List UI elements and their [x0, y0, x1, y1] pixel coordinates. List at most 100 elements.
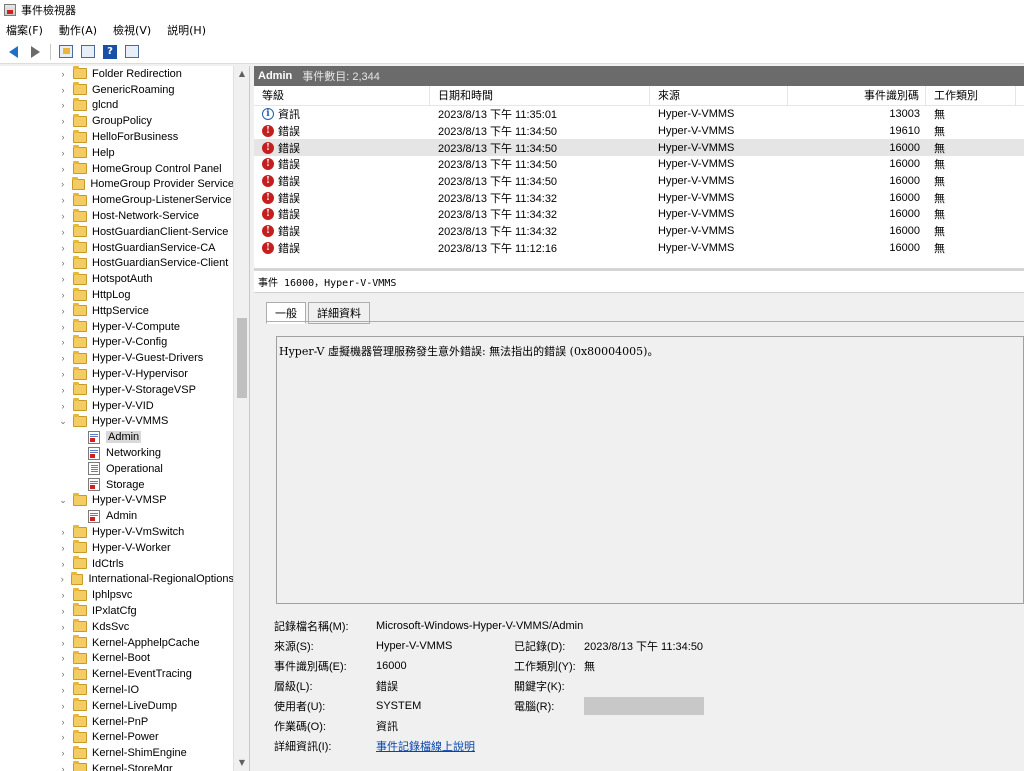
event-row[interactable]: ! 錯誤 2023/8/13 下午 11:34:32 Hyper-V-VMMS 1600…	[254, 206, 1024, 223]
tree-item[interactable]: › Kernel-EventTracing	[0, 666, 234, 682]
chevron-right-icon[interactable]: ›	[58, 100, 68, 110]
tree-item[interactable]: ⌄ Hyper-V-VMSP	[0, 492, 234, 509]
chevron-right-icon[interactable]: ›	[58, 353, 68, 363]
tree-item[interactable]: Networking	[0, 445, 234, 461]
tree-item[interactable]: › Kernel-Boot	[0, 650, 234, 666]
event-row[interactable]: ! 錯誤 2023/8/13 下午 11:34:32 Hyper-V-VMMS 1600…	[254, 223, 1024, 240]
chevron-right-icon[interactable]: ›	[58, 243, 68, 253]
chevron-right-icon[interactable]: ›	[58, 748, 68, 758]
chevron-right-icon[interactable]: ›	[58, 132, 68, 142]
tree-item[interactable]: Admin	[0, 429, 234, 445]
scroll-thumb[interactable]	[237, 318, 247, 398]
tree-item[interactable]: › Folder Redirection	[0, 66, 234, 82]
tree-item[interactable]: › Hyper-V-VID	[0, 398, 234, 414]
tree-item[interactable]: › Help	[0, 145, 234, 161]
chevron-right-icon[interactable]: ›	[58, 322, 68, 332]
chevron-right-icon[interactable]: ›	[58, 258, 68, 268]
tree-item[interactable]: › Iphlpsvc	[0, 587, 234, 603]
event-log-online-help-link[interactable]: 事件記錄檔線上說明	[376, 738, 475, 754]
tree-item[interactable]: › IdCtrls	[0, 556, 234, 572]
tree-item[interactable]: › Kernel-ApphelpCache	[0, 635, 234, 651]
tree-item[interactable]: › Hyper-V-Guest-Drivers	[0, 350, 234, 366]
chevron-right-icon[interactable]: ›	[58, 638, 68, 648]
chevron-right-icon[interactable]: ›	[58, 164, 68, 174]
chevron-right-icon[interactable]: ›	[58, 369, 68, 379]
tree-item[interactable]: › HomeGroup Control Panel	[0, 161, 234, 177]
chevron-right-icon[interactable]: ›	[58, 306, 68, 316]
chevron-right-icon[interactable]: ›	[58, 195, 68, 205]
chevron-right-icon[interactable]: ›	[58, 559, 68, 569]
tree-item[interactable]: Storage	[0, 477, 234, 493]
col-source[interactable]: 來源	[650, 85, 788, 106]
tree-item[interactable]: › HelloForBusiness	[0, 129, 234, 145]
chevron-right-icon[interactable]: ›	[58, 622, 68, 632]
tree-item[interactable]: › Hyper-V-Worker	[0, 540, 234, 556]
col-task-category[interactable]: 工作類別	[926, 85, 1016, 106]
chevron-right-icon[interactable]: ›	[58, 401, 68, 411]
action-pane-button[interactable]	[123, 43, 141, 61]
event-row[interactable]: i 資訊 2023/8/13 下午 11:35:01 Hyper-V-VMMS 1300…	[254, 106, 1024, 123]
chevron-right-icon[interactable]: ›	[58, 543, 68, 553]
chevron-right-icon[interactable]: ›	[58, 85, 68, 95]
tree-item[interactable]: ⌄ Hyper-V-VMMS	[0, 413, 234, 430]
scroll-down-icon[interactable]: ▼	[234, 755, 249, 771]
tree-item[interactable]: › HostGuardianClient-Service	[0, 224, 234, 240]
tree-item[interactable]: › International-RegionalOptions	[0, 571, 234, 588]
tree-item[interactable]: › Kernel-LiveDump	[0, 698, 234, 714]
chevron-down-icon[interactable]: ⌄	[58, 495, 68, 506]
chevron-right-icon[interactable]: ›	[58, 69, 68, 79]
tree-item[interactable]: › HttpService	[0, 303, 234, 319]
tree-item[interactable]: › HomeGroup-ListenerService	[0, 192, 234, 208]
tree-item[interactable]: › Kernel-ShimEngine	[0, 745, 234, 761]
tree-item[interactable]: › Kernel-PnP	[0, 714, 234, 730]
tree-item[interactable]: › HostGuardianService-CA	[0, 240, 234, 256]
tree-item[interactable]: › Hyper-V-StorageVSP	[0, 382, 234, 398]
chevron-right-icon[interactable]: ›	[58, 148, 68, 158]
event-row[interactable]: ! 錯誤 2023/8/13 下午 11:34:50 Hyper-V-VMMS 1600…	[254, 156, 1024, 173]
menu-help[interactable]: 説明(H)	[167, 22, 206, 38]
chevron-right-icon[interactable]: ›	[58, 590, 68, 600]
tree-item[interactable]: › Kernel-Power	[0, 729, 234, 745]
event-row[interactable]: ! 錯誤 2023/8/13 下午 11:34:32 Hyper-V-VMMS 1600…	[254, 189, 1024, 206]
tree-item[interactable]: › Kernel-IO	[0, 682, 234, 698]
chevron-right-icon[interactable]: ›	[58, 527, 68, 537]
chevron-right-icon[interactable]: ›	[58, 211, 68, 221]
help-button[interactable]: ?	[101, 43, 119, 61]
chevron-right-icon[interactable]: ›	[58, 290, 68, 300]
scroll-up-icon[interactable]: ▲	[234, 66, 249, 82]
menu-action[interactable]: 動作(A)	[59, 22, 97, 38]
up-level-button[interactable]	[57, 43, 75, 61]
chevron-right-icon[interactable]: ›	[58, 116, 68, 126]
tree-item[interactable]: › GenericRoaming	[0, 82, 234, 98]
forward-button[interactable]	[26, 43, 44, 61]
tree-item[interactable]: › GroupPolicy	[0, 113, 234, 129]
tree-scrollbar[interactable]: ▲ ▼	[233, 66, 249, 771]
tree-item[interactable]: › Host-Network-Service	[0, 208, 234, 224]
chevron-right-icon[interactable]: ›	[58, 732, 68, 742]
chevron-right-icon[interactable]: ›	[58, 606, 68, 616]
chevron-right-icon[interactable]: ›	[58, 669, 68, 679]
chevron-right-icon[interactable]: ›	[58, 717, 68, 727]
chevron-right-icon[interactable]: ›	[58, 653, 68, 663]
chevron-right-icon[interactable]: ›	[58, 764, 68, 771]
event-row[interactable]: ! 錯誤 2023/8/13 下午 11:34:50 Hyper-V-VMMS 1600…	[254, 139, 1024, 157]
col-event-id[interactable]: 事件識別碼	[788, 85, 926, 106]
tree-item[interactable]: › Hyper-V-Hypervisor	[0, 366, 234, 382]
event-row[interactable]: ! 錯誤 2023/8/13 下午 11:34:50 Hyper-V-VMMS 1961…	[254, 123, 1024, 140]
tree-item[interactable]: › HttpLog	[0, 287, 234, 303]
event-row[interactable]: ! 錯誤 2023/8/13 下午 11:34:50 Hyper-V-VMMS 1600…	[254, 173, 1024, 190]
tree-item[interactable]: › glcnd	[0, 97, 234, 114]
chevron-right-icon[interactable]: ›	[58, 337, 68, 347]
chevron-right-icon[interactable]: ›	[58, 179, 67, 189]
tree-item[interactable]: › Kernel-StoreMgr	[0, 761, 234, 771]
chevron-right-icon[interactable]: ›	[58, 685, 68, 695]
event-row[interactable]: ! 錯誤 2023/8/13 下午 11:12:16 Hyper-V-VMMS 1600…	[254, 240, 1024, 257]
menu-file[interactable]: 檔案(F)	[6, 22, 43, 38]
chevron-right-icon[interactable]: ›	[58, 274, 68, 284]
col-datetime[interactable]: 日期和時間	[430, 85, 650, 106]
tree-item[interactable]: › IPxlatCfg	[0, 603, 234, 619]
show-hide-tree-button[interactable]	[79, 43, 97, 61]
tree-item[interactable]: Operational	[0, 461, 234, 477]
chevron-right-icon[interactable]: ›	[58, 574, 66, 584]
back-button[interactable]	[4, 43, 22, 61]
